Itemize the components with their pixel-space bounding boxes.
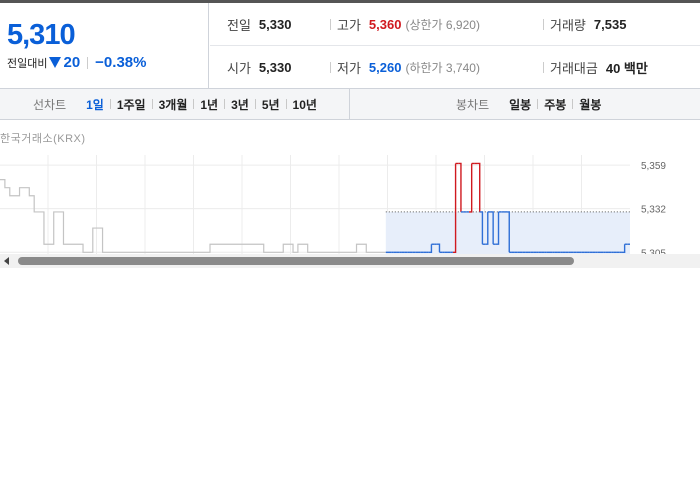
period-tab-6[interactable]: 10년 xyxy=(287,96,323,113)
quote-summary: 5,310 전일대비 20 −0.38% 전일 5,330 고가 5,360 (… xyxy=(0,3,700,89)
stat-label: 거래량 xyxy=(550,18,586,33)
stat-label: 저가 xyxy=(337,61,361,76)
stat-label: 거래대금 xyxy=(550,61,598,76)
period-tab-1[interactable]: 1주일 xyxy=(111,96,152,113)
today-session-segment xyxy=(468,163,473,213)
stats-table: 전일 5,330 고가 5,360 (상한가 6,920) 거래량 7,535 … xyxy=(210,3,700,89)
stat-volume: 거래량 7,535 xyxy=(543,3,626,46)
scroll-left-arrow-icon[interactable] xyxy=(4,257,9,265)
candle-chart-label: 봉차트 xyxy=(456,97,490,112)
down-triangle-icon xyxy=(49,57,62,68)
period-tab-2[interactable]: 3개월 xyxy=(153,96,194,113)
period-tab-0[interactable]: 1일 xyxy=(80,96,110,113)
line-chart-label: 선차트 xyxy=(33,97,67,112)
candle-chart-periods: 봉차트 일봉 주봉 월봉 xyxy=(351,89,700,119)
y-tick-label: 5,332 xyxy=(641,205,666,216)
stats-row-2: 시가 5,330 저가 5,260 (하한가 3,740) 거래대금 40 백만 xyxy=(210,46,700,89)
price-chart: 5,3595,3325,305 xyxy=(0,155,666,254)
lower-limit: (하한가 3,740) xyxy=(405,61,480,75)
stats-row-1: 전일 5,330 고가 5,360 (상한가 6,920) 거래량 7,535 xyxy=(210,3,700,46)
stat-label: 고가 xyxy=(337,18,361,33)
today-session-segment xyxy=(458,162,462,212)
chart-scrollbar[interactable] xyxy=(0,254,700,268)
candle-tab-1[interactable]: 주봉 xyxy=(538,96,572,113)
stat-value: 5,330 xyxy=(258,17,292,32)
stat-open: 시가 5,330 xyxy=(227,46,291,89)
period-tab-3[interactable]: 1년 xyxy=(194,96,224,113)
change-amount: 20 xyxy=(63,54,81,71)
stat-value: 5,260 xyxy=(368,60,402,75)
candle-tab-2[interactable]: 월봉 xyxy=(573,96,607,113)
stat-high: 고가 5,360 (상한가 6,920) xyxy=(330,3,480,46)
current-price: 5,310 xyxy=(7,19,76,51)
change-label: 전일대비 xyxy=(7,57,48,70)
stat-trade-value: 거래대금 40 백만 xyxy=(543,46,648,89)
stat-value: 7,535 xyxy=(593,17,627,32)
stat-low: 저가 5,260 (하한가 3,740) xyxy=(330,46,480,89)
stat-value: 5,360 xyxy=(368,17,402,32)
y-tick-label: 5,359 xyxy=(641,161,666,172)
stat-label: 시가 xyxy=(227,61,251,76)
stat-value: 40 백만 xyxy=(605,61,648,76)
price-box: 5,310 전일대비 20 −0.38% xyxy=(0,3,209,89)
change-divider xyxy=(87,56,89,69)
today-session-segment xyxy=(477,162,481,212)
chart-toolbar: 선차트 1일 1주일 3개월 1년 3년 5년 10년 봉차트 일봉 주봉 월봉 xyxy=(0,89,700,120)
stat-value: 5,330 xyxy=(258,60,292,75)
exchange-label: 한국거래소(KRX) xyxy=(0,133,86,145)
candle-tab-0[interactable]: 일봉 xyxy=(503,96,537,113)
upper-limit: (상한가 6,920) xyxy=(405,18,480,32)
stat-label: 전일 xyxy=(227,18,251,33)
change-row: 전일대비 20 −0.38% xyxy=(7,54,146,71)
scroll-thumb[interactable] xyxy=(18,257,574,265)
change-rate: −0.38% xyxy=(95,54,147,71)
below-reference-fill xyxy=(385,211,630,254)
past-session-line xyxy=(0,179,386,253)
stat-prev-close: 전일 5,330 xyxy=(227,3,291,46)
line-chart-periods: 선차트 1일 1주일 3개월 1년 3년 5년 10년 xyxy=(0,89,350,119)
period-tab-4[interactable]: 3년 xyxy=(225,96,255,113)
period-tab-5[interactable]: 5년 xyxy=(256,96,286,113)
